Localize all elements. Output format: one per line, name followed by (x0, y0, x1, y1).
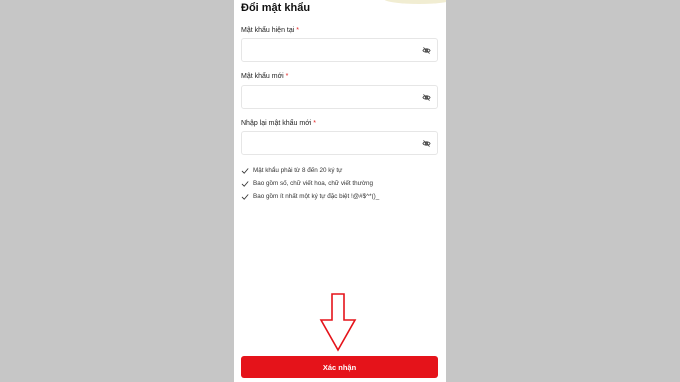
checkmark-icon (241, 180, 249, 187)
rule-characters: Bao gồm số, chữ viết hoa, chữ viết thườn… (241, 177, 441, 190)
current-password-input[interactable] (241, 38, 438, 62)
confirm-button-label: Xác nhận (322, 362, 357, 372)
rule-special: Bao gồm ít nhất một ký tự đặc biệt !@#$^… (241, 190, 441, 203)
checkmark-icon (241, 167, 249, 174)
rule-special-text: Bao gồm ít nhất một ký tự đặc biệt !@#$^… (253, 193, 380, 200)
confirm-password-input[interactable] (241, 131, 438, 155)
down-arrow-icon (319, 293, 357, 352)
confirm-password-label-text: Nhập lại mật khẩu mới (241, 120, 312, 127)
confirm-password-label: Nhập lại mật khẩu mới * (241, 119, 316, 128)
change-password-screen: Đổi mật khẩu Mật khẩu hiện tại * Mật khẩ… (234, 0, 446, 382)
page-title: Đổi mật khẩu (241, 2, 311, 14)
eye-slash-icon[interactable] (422, 139, 431, 148)
confirm-button[interactable]: Xác nhận (241, 356, 438, 378)
new-password-input[interactable] (241, 85, 438, 109)
rule-characters-text: Bao gồm số, chữ viết hoa, chữ viết thườn… (253, 180, 374, 187)
new-password-label: Mật khẩu mới * (241, 72, 288, 81)
checkmark-icon (241, 193, 249, 200)
current-password-label: Mật khẩu hiện tại * (241, 26, 299, 35)
rule-length: Mật khẩu phải từ 8 đến 20 ký tự (241, 164, 441, 177)
eye-slash-icon[interactable] (422, 93, 431, 102)
required-mark: * (313, 120, 317, 127)
eye-slash-icon[interactable] (422, 46, 431, 55)
new-password-label-text: Mật khẩu mới (241, 73, 284, 80)
rule-length-text: Mật khẩu phải từ 8 đến 20 ký tự (253, 167, 343, 174)
header-image-edge (384, 0, 446, 4)
required-mark: * (285, 73, 289, 80)
required-mark: * (296, 27, 299, 34)
current-password-label-text: Mật khẩu hiện tại (241, 27, 295, 34)
password-rules: Mật khẩu phải từ 8 đến 20 ký tự Bao gồm … (241, 164, 441, 203)
